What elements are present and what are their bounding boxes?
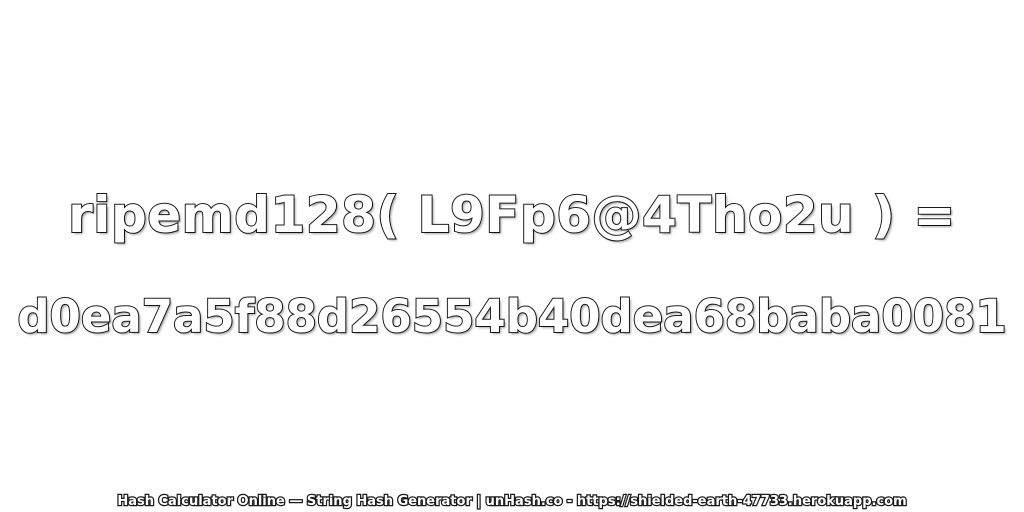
hash-result-image: ripemd128( L9Fp6@4Tho2u ) = d0ea7a5f88d2… xyxy=(0,0,1024,512)
hash-expression: ripemd128( L9Fp6@4Tho2u ) = xyxy=(67,185,956,245)
hash-value: d0ea7a5f88d26554b40dea68baba0081 xyxy=(16,289,1007,344)
site-footer-credit: Hash Calculator Online — String Hash Gen… xyxy=(116,493,908,511)
